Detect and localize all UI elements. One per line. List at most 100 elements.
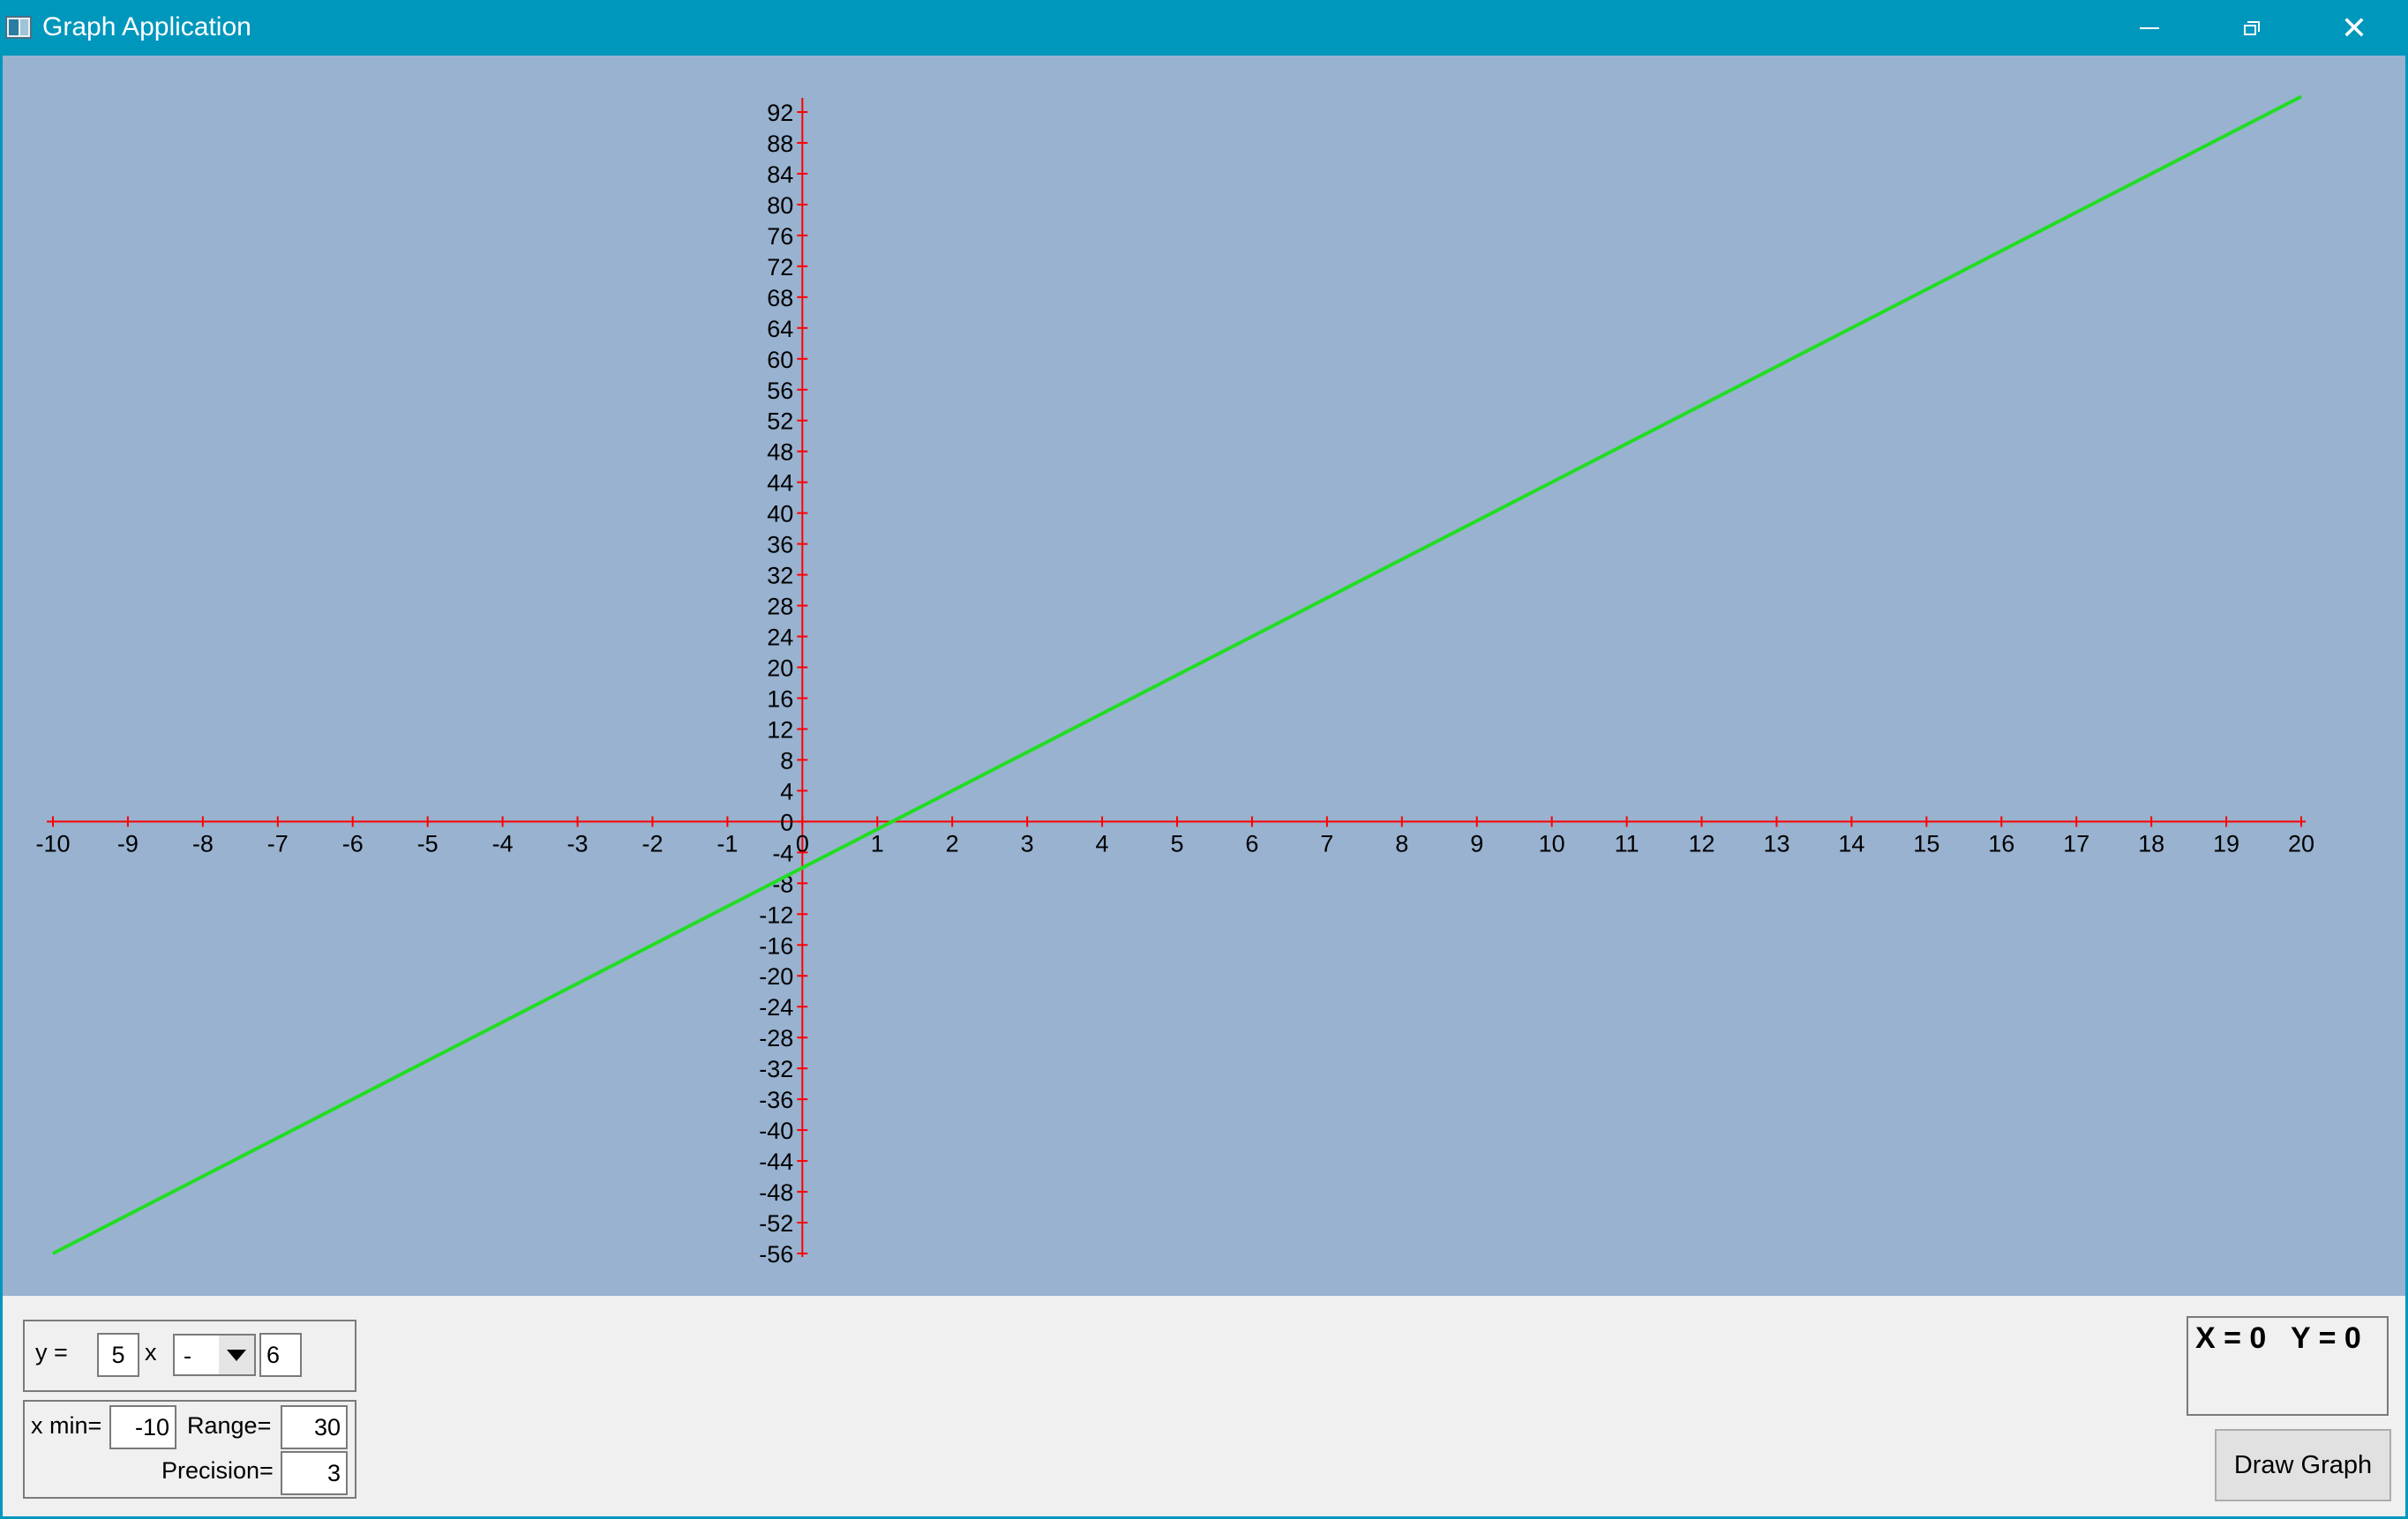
y-tick-label: 76 <box>767 223 793 250</box>
range-label: Range= <box>187 1412 272 1439</box>
y-tick-label: 68 <box>767 285 793 311</box>
x-tick-label: 13 <box>1763 830 1789 857</box>
x-tick-label: -4 <box>492 830 514 857</box>
y-tick-label: -28 <box>759 1025 793 1051</box>
app-icon <box>5 16 32 39</box>
y-tick-label: -32 <box>759 1056 793 1082</box>
x-tick-label: 5 <box>1170 830 1183 857</box>
close-button[interactable]: ✕ <box>2303 0 2405 56</box>
x-tick-label: 4 <box>1096 830 1109 857</box>
minimize-button[interactable] <box>2098 0 2201 56</box>
x-tick-label: -8 <box>192 830 214 857</box>
y-tick-label: 40 <box>767 501 793 528</box>
x-label: x <box>145 1339 157 1366</box>
y-tick-label: -40 <box>759 1118 793 1144</box>
x-tick-label: 20 <box>2288 830 2314 857</box>
y-tick-label: 52 <box>767 408 793 435</box>
x-tick-label: 1 <box>871 830 884 857</box>
x-tick-label: -10 <box>35 830 70 857</box>
y-tick-label: -56 <box>759 1241 793 1268</box>
y-tick-label: 16 <box>767 685 793 712</box>
y-tick-label: 88 <box>767 131 793 157</box>
x-tick-label: -7 <box>267 830 289 857</box>
y-tick-label: -36 <box>759 1087 793 1113</box>
y-tick-label: 72 <box>767 254 793 281</box>
precision-input[interactable] <box>281 1451 348 1495</box>
y-tick-label: 44 <box>767 470 793 497</box>
y-tick-label: 8 <box>780 747 793 774</box>
x-tick-label: 15 <box>1913 830 1939 857</box>
constant-input[interactable] <box>259 1333 302 1377</box>
x-tick-label: -9 <box>117 830 139 857</box>
x-tick-label: -6 <box>342 830 364 857</box>
equation-group: y = x - <box>23 1320 356 1392</box>
y-tick-label: 20 <box>767 655 793 682</box>
restore-button[interactable] <box>2201 0 2303 56</box>
y-tick-label: 24 <box>767 625 793 651</box>
y-tick-label: -12 <box>759 902 793 928</box>
control-panel: y = x - x min= Range= Precision= X = 0 Y… <box>3 1296 2405 1516</box>
y-tick-label: 56 <box>767 378 793 404</box>
y-tick-label: -20 <box>759 963 793 990</box>
x-tick-label: 14 <box>1838 830 1864 857</box>
y-tick-label: -24 <box>759 994 793 1021</box>
y-tick-label: 92 <box>767 100 793 126</box>
x-tick-label: 10 <box>1539 830 1565 857</box>
y-tick-label: 0 <box>780 809 793 835</box>
chevron-down-icon <box>227 1349 246 1361</box>
precision-label: Precision= <box>161 1457 274 1484</box>
y-tick-label: 84 <box>767 161 793 188</box>
x-tick-label: 18 <box>2138 830 2164 857</box>
coordinate-display: X = 0 Y = 0 <box>2187 1316 2389 1416</box>
x-tick-label: 2 <box>946 830 959 857</box>
x-tick-label: 7 <box>1320 830 1333 857</box>
y-tick-label: 28 <box>767 594 793 620</box>
y-tick-label: 4 <box>780 778 793 804</box>
y-tick-label: -16 <box>759 932 793 959</box>
graph-canvas[interactable]: -10 -9 -8 -7 -6 -5 -4 -3 -2 -1 0 1 2 3 4 5 6 7 8 9 10 11 12 13 1… <box>3 56 2405 1296</box>
coefficient-input[interactable] <box>97 1333 139 1377</box>
x-tick-label: -1 <box>716 830 738 857</box>
range-group: x min= Range= Precision= <box>23 1400 356 1499</box>
close-icon: ✕ <box>2340 9 2368 46</box>
y-tick-label: -48 <box>759 1179 793 1206</box>
x-tick-label: 6 <box>1245 830 1258 857</box>
x-tick-label: -5 <box>417 830 439 857</box>
y-tick-label: -52 <box>759 1210 793 1237</box>
draw-graph-button[interactable]: Draw Graph <box>2215 1429 2391 1501</box>
x-tick-label: 11 <box>1615 830 1639 857</box>
graph-svg: -10 -9 -8 -7 -6 -5 -4 -3 -2 -1 0 1 2 3 4 5 6 7 8 9 10 11 12 13 1… <box>35 94 2314 1268</box>
y-tick-label: 64 <box>767 316 793 342</box>
y-tick-label: 48 <box>767 439 793 466</box>
operator-select[interactable]: - <box>173 1334 256 1376</box>
range-input[interactable] <box>281 1405 348 1449</box>
operator-dropdown-button[interactable] <box>219 1336 254 1374</box>
y-tick-label: -44 <box>759 1149 793 1175</box>
x-tick-label: -3 <box>567 830 589 857</box>
y-equals-label: y = <box>35 1339 68 1366</box>
xmin-label: x min= <box>31 1412 102 1439</box>
x-tick-label: 9 <box>1470 830 1483 857</box>
x-tick-label: -2 <box>641 830 663 857</box>
y-tick-label: -4 <box>772 840 793 866</box>
y-tick-label: 32 <box>767 563 793 589</box>
app-window: Graph Application ✕ -10 -9 -8 -7 -6 -5 -4 -3 -2-… <box>0 0 2408 1519</box>
window-title: Graph Application <box>42 12 251 41</box>
title-bar[interactable]: Graph Application ✕ <box>0 0 2408 56</box>
coordinate-readout: X = 0 Y = 0 <box>2195 1321 2361 1355</box>
restore-icon <box>2244 20 2260 35</box>
x-tick-label: 12 <box>1689 830 1715 857</box>
y-tick-label: 60 <box>767 347 793 373</box>
graph-line <box>52 94 2302 1255</box>
x-tick-label: 16 <box>1988 830 2014 857</box>
y-tick-label: 80 <box>767 192 793 219</box>
minimize-icon <box>2140 26 2159 29</box>
y-tick-label: 12 <box>767 716 793 743</box>
x-tick-label: 8 <box>1395 830 1408 857</box>
x-tick-label: 3 <box>1021 830 1034 857</box>
operator-value: - <box>184 1343 191 1369</box>
xmin-input[interactable] <box>109 1405 176 1449</box>
x-tick-label: 17 <box>2063 830 2089 857</box>
x-tick-label: 19 <box>2213 830 2239 857</box>
y-tick-label: 36 <box>767 532 793 558</box>
